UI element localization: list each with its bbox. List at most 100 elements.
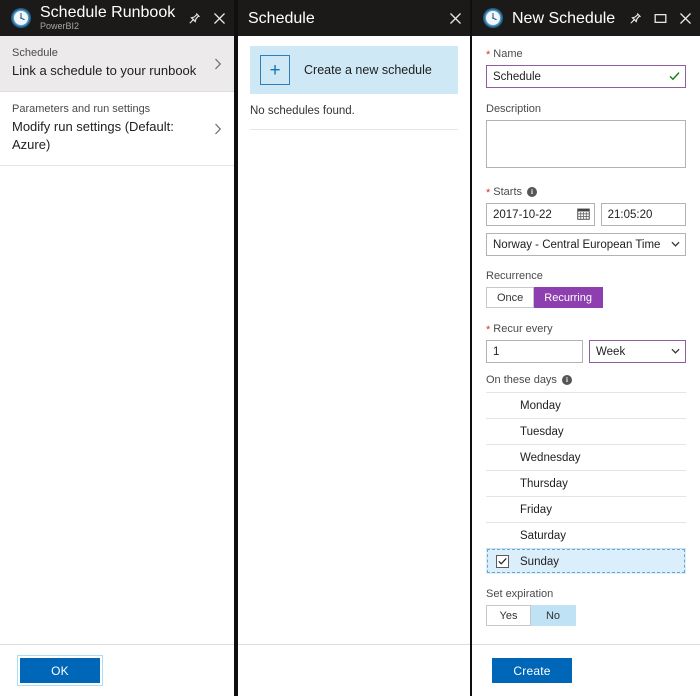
day-label: Wednesday xyxy=(520,451,581,464)
set-expiration-option-yes[interactable]: Yes xyxy=(486,605,531,626)
day-row-thursday[interactable]: Thursday xyxy=(486,470,686,496)
pin-icon[interactable] xyxy=(628,11,642,25)
menu-row-parameters-subtitle: Modify run settings (Default: Azure) xyxy=(12,119,174,152)
day-label: Monday xyxy=(520,399,561,412)
description-textarea[interactable] xyxy=(486,120,686,168)
day-row-sunday[interactable]: Sunday xyxy=(486,548,686,574)
recurrence-toggle: Once Recurring xyxy=(486,287,686,308)
pin-icon[interactable] xyxy=(187,11,201,25)
starts-label-wrap: * Starts i xyxy=(486,184,686,200)
no-schedules-found-text: No schedules found. xyxy=(250,94,458,130)
menu-row-parameters-title: Parameters and run settings xyxy=(12,103,151,115)
blade-new-schedule-controls xyxy=(620,11,692,25)
new-schedule-form: * Name Description xyxy=(472,36,700,644)
menu-row-parameters[interactable]: Parameters and run settings Modify run s… xyxy=(0,92,234,166)
blade-new-schedule: New Schedule * Name Schedule Description… xyxy=(472,0,700,696)
blade-schedule-footer xyxy=(238,644,470,696)
day-checkbox[interactable] xyxy=(496,503,509,516)
blade-runbook-header: Schedule Runbook PowerBI2 xyxy=(0,0,234,36)
recurrence-label: Recurrence xyxy=(486,270,543,282)
blade-new-schedule-title: New Schedule xyxy=(512,9,616,27)
start-time-wrap xyxy=(600,203,686,226)
day-label: Saturday xyxy=(520,529,567,542)
recur-every-row: Week xyxy=(486,340,686,363)
ok-button[interactable]: OK xyxy=(17,655,103,686)
create-new-schedule-tile[interactable]: + Create a new schedule xyxy=(250,46,458,94)
timezone-select[interactable]: Norway - Central European Time xyxy=(486,233,686,256)
blade-runbook-footer: OK xyxy=(0,644,234,696)
set-expiration-label: Set expiration xyxy=(486,588,554,600)
info-icon[interactable]: i xyxy=(527,187,538,197)
day-row-friday[interactable]: Friday xyxy=(486,496,686,522)
blade-new-schedule-header: New Schedule xyxy=(472,0,700,36)
recurrence-option-once[interactable]: Once xyxy=(486,287,535,308)
blade-runbook-subtitle: PowerBI2 xyxy=(40,21,80,31)
blade-schedule-titlewrap: Schedule xyxy=(248,10,440,27)
name-label: Name xyxy=(493,48,523,60)
description-label: Description xyxy=(486,103,542,115)
blade-new-schedule-footer: Create xyxy=(472,644,700,696)
on-these-days-label-wrap: On these days i xyxy=(486,372,686,388)
blade-schedule-controls xyxy=(440,11,462,25)
recur-every-label-wrap: * Recur every xyxy=(486,321,686,337)
recur-unit-select[interactable]: Week xyxy=(589,340,686,363)
recur-every-label: Recur every xyxy=(493,323,553,335)
set-expiration-option-no[interactable]: No xyxy=(531,605,576,626)
day-checkbox-checked[interactable] xyxy=(496,555,509,568)
create-new-schedule-label: Create a new schedule xyxy=(304,63,432,77)
maximize-icon[interactable] xyxy=(653,11,667,25)
plus-icon: + xyxy=(260,55,290,85)
blade-runbook-body: Schedule Link a schedule to your runbook… xyxy=(0,36,234,644)
recur-unit-wrap: Week xyxy=(589,340,686,363)
name-field-wrap xyxy=(486,65,686,88)
day-row-wednesday[interactable]: Wednesday xyxy=(486,444,686,470)
blade-new-schedule-titlewrap: New Schedule xyxy=(512,10,620,27)
recur-interval-input[interactable] xyxy=(486,340,583,363)
blade-runbook-titlewrap: Schedule Runbook PowerBI2 xyxy=(40,4,179,32)
required-asterisk: * xyxy=(486,323,491,336)
clock-icon xyxy=(10,7,32,29)
menu-row-schedule-title: Schedule xyxy=(12,47,58,59)
menu-row-schedule[interactable]: Schedule Link a schedule to your runbook xyxy=(0,36,234,92)
day-checkbox[interactable] xyxy=(496,451,509,464)
azure-portal-screen: Schedule Runbook PowerBI2 Schedule Link … xyxy=(0,0,700,696)
clock-icon xyxy=(482,7,504,29)
blade-schedule: Schedule + Create a new schedule No sche… xyxy=(238,0,470,696)
day-label: Friday xyxy=(520,503,552,516)
recur-interval-wrap xyxy=(486,340,583,363)
required-asterisk: * xyxy=(486,186,491,199)
set-expiration-toggle: Yes No xyxy=(486,605,686,626)
day-row-monday[interactable]: Monday xyxy=(486,392,686,418)
close-icon[interactable] xyxy=(448,11,462,25)
recurrence-option-recurring[interactable]: Recurring xyxy=(534,287,603,308)
day-row-saturday[interactable]: Saturday xyxy=(486,522,686,548)
blade-runbook-controls xyxy=(179,11,226,25)
set-expiration-label-wrap: Set expiration xyxy=(486,586,686,602)
close-icon[interactable] xyxy=(212,11,226,25)
info-icon[interactable]: i xyxy=(561,375,572,385)
checkmark-icon xyxy=(669,71,680,84)
start-date-wrap xyxy=(486,203,595,226)
day-checkbox[interactable] xyxy=(496,399,509,412)
blade-schedule-body: + Create a new schedule No schedules fou… xyxy=(238,36,470,644)
start-time-input[interactable] xyxy=(600,203,686,226)
day-row-tuesday[interactable]: Tuesday xyxy=(486,418,686,444)
chevron-right-icon xyxy=(214,123,222,135)
description-label-wrap: Description xyxy=(486,101,686,117)
calendar-icon[interactable] xyxy=(576,207,590,220)
recurrence-label-wrap: Recurrence xyxy=(486,268,686,284)
chevron-right-icon xyxy=(214,58,222,70)
blade-schedule-header: Schedule xyxy=(238,0,470,36)
day-checkbox[interactable] xyxy=(496,425,509,438)
timezone-wrap: Norway - Central European Time xyxy=(486,233,686,256)
day-label: Thursday xyxy=(520,477,568,490)
blade-schedule-runbook: Schedule Runbook PowerBI2 Schedule Link … xyxy=(0,0,234,696)
name-input[interactable] xyxy=(486,65,686,88)
day-checkbox[interactable] xyxy=(496,529,509,542)
close-icon[interactable] xyxy=(678,11,692,25)
blade-new-schedule-body: * Name Description xyxy=(472,36,700,644)
day-checkbox[interactable] xyxy=(496,477,509,490)
create-button[interactable]: Create xyxy=(492,658,572,683)
blade-runbook-title: Schedule Runbook xyxy=(40,4,176,21)
